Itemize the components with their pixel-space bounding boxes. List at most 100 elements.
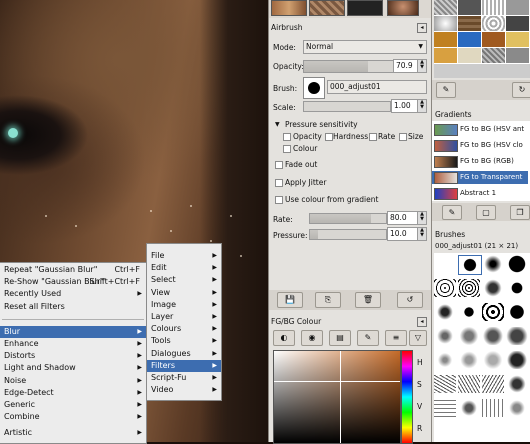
opacity-spin[interactable]: 70.9 ▲ ▼ — [393, 59, 427, 73]
menu-artistic[interactable]: Artistic ▶ — [0, 427, 146, 439]
tab-wheel-selector[interactable]: ◉ — [301, 330, 323, 346]
fade-out-checkbox[interactable] — [275, 161, 283, 169]
brush-swatch[interactable] — [506, 351, 528, 369]
reset-options-button[interactable]: ↺ — [397, 292, 423, 308]
pattern-swatch[interactable] — [458, 0, 481, 15]
channel-h-button[interactable]: H — [417, 358, 423, 367]
pattern-swatch[interactable] — [506, 16, 529, 31]
pressure-rate-checkbox[interactable] — [369, 133, 377, 141]
tab-triangle-selector[interactable]: ▽ — [409, 330, 427, 346]
hue-strip[interactable] — [401, 350, 413, 444]
brush-swatch-selected[interactable] — [458, 255, 482, 275]
expander-icon[interactable]: ▼ — [275, 121, 280, 128]
menu-edge-detect[interactable]: Edge-Detect ▶ — [0, 387, 146, 399]
brush-swatch[interactable] — [482, 351, 504, 369]
menu-recently-used[interactable]: Recently Used ▶ — [0, 288, 146, 300]
restore-options-button[interactable]: ⎘ — [315, 292, 341, 308]
rate-slider[interactable] — [309, 213, 387, 224]
brush-swatch[interactable] — [434, 303, 456, 321]
brush-swatch[interactable] — [434, 399, 456, 417]
pattern-swatch[interactable] — [506, 48, 529, 63]
menu-distorts[interactable]: Distorts ▶ — [0, 350, 146, 362]
menu-colours[interactable]: Colours ▶ — [147, 323, 221, 335]
menu-reshow-gaussian-blur[interactable]: Re-Show "Gaussian Blur" Shift+Ctrl+F — [0, 276, 146, 288]
pattern-thumbnail[interactable] — [309, 0, 345, 16]
brush-swatch[interactable] — [506, 375, 528, 393]
brush-swatch[interactable] — [482, 279, 504, 297]
brush-swatch[interactable] — [482, 303, 504, 321]
pattern-swatch[interactable] — [434, 16, 457, 31]
colour-saturation-value-area[interactable] — [273, 350, 401, 444]
image-thumbnail[interactable] — [271, 0, 307, 16]
pressure-hardness-checkbox[interactable] — [325, 133, 333, 141]
menu-view[interactable]: View ▶ — [147, 287, 221, 299]
brush-swatch[interactable] — [482, 399, 504, 417]
menu-script-fu[interactable]: Script-Fu ▶ — [147, 372, 221, 384]
brush-swatch[interactable] — [506, 255, 528, 273]
menu-noise[interactable]: Noise ▶ — [0, 375, 146, 387]
brush-swatch[interactable] — [506, 399, 528, 417]
menu-blur[interactable]: Blur ▶ — [0, 325, 146, 338]
menu-video[interactable]: Video ▶ — [147, 384, 221, 396]
brush-preview-button[interactable] — [303, 77, 325, 99]
pressure-spin[interactable]: 10.0 ▲ ▼ — [387, 227, 427, 241]
tab-menu-icon[interactable]: ◂ — [417, 317, 427, 327]
pattern-swatch[interactable] — [506, 32, 529, 47]
menu-dialogues[interactable]: Dialogues ▶ — [147, 348, 221, 360]
brush-swatch[interactable] — [458, 351, 480, 369]
new-gradient-button[interactable]: ▢ — [476, 205, 496, 220]
brush-swatch[interactable] — [458, 303, 480, 321]
brush-swatch[interactable] — [458, 279, 480, 297]
pattern-swatch[interactable] — [434, 64, 530, 78]
menu-combine[interactable]: Combine ▶ — [0, 411, 146, 423]
gradient-item-selected[interactable]: FG to Transparent — [432, 171, 528, 184]
refresh-patterns-button[interactable]: ↻ — [512, 82, 530, 98]
spin-arrows-icon[interactable]: ▲ ▼ — [417, 60, 426, 72]
pattern-swatch[interactable] — [482, 32, 505, 47]
menu-image[interactable]: Image ▶ — [147, 299, 221, 311]
brush-swatch[interactable] — [434, 327, 456, 345]
menu-light-and-shadow[interactable]: Light and Shadow ▶ — [0, 362, 146, 374]
channel-v-button[interactable]: V — [417, 402, 422, 411]
spin-arrows-icon[interactable]: ▲ ▼ — [417, 228, 426, 240]
gradient-item[interactable]: FG to BG (HSV clo — [432, 139, 528, 152]
gradient-item[interactable]: FG to BG (RGB) — [432, 155, 528, 168]
pressure-colour-checkbox[interactable] — [283, 145, 291, 153]
menu-select[interactable]: Select ▶ — [147, 274, 221, 286]
brush-swatch[interactable] — [434, 279, 456, 297]
gradient-item[interactable]: Abstract 1 — [432, 187, 528, 200]
gradient-item[interactable]: FG to BG (HSV ant — [432, 123, 528, 136]
pattern-swatch[interactable] — [458, 48, 481, 63]
save-options-button[interactable]: 💾 — [277, 292, 303, 308]
menu-file[interactable]: File ▶ — [147, 250, 221, 262]
menu-edit[interactable]: Edit ▶ — [147, 262, 221, 274]
menu-repeat-gaussian-blur[interactable]: Repeat "Gaussian Blur" Ctrl+F — [0, 264, 146, 276]
pattern-swatch[interactable] — [482, 48, 505, 63]
brush-swatch[interactable] — [482, 375, 504, 393]
delete-options-button[interactable]: 🗑 — [355, 292, 381, 308]
tab-scales-selector[interactable]: ≡ — [385, 330, 407, 346]
brush-swatch[interactable] — [434, 375, 456, 393]
tab-gimp-selector[interactable]: ◐ — [273, 330, 295, 346]
mode-select[interactable]: Normal ▼ — [303, 40, 427, 54]
apply-jitter-checkbox[interactable] — [275, 179, 283, 187]
brush-thumbnail[interactable] — [347, 0, 383, 16]
tab-watercolour-selector[interactable]: ✎ — [357, 330, 379, 346]
brush-swatch[interactable] — [458, 327, 480, 345]
edit-pattern-button[interactable]: ✎ — [436, 82, 456, 98]
tab-cmyk-selector[interactable]: ▤ — [329, 330, 351, 346]
menu-generic[interactable]: Generic ▶ — [0, 399, 146, 411]
pattern-swatch[interactable] — [506, 0, 529, 15]
brush-swatch[interactable] — [458, 399, 480, 417]
scale-slider[interactable] — [303, 101, 391, 112]
pattern-swatch[interactable] — [434, 0, 457, 15]
brush-swatch[interactable] — [506, 303, 528, 321]
pressure-slider[interactable] — [309, 229, 387, 240]
menu-reset-all-filters[interactable]: Reset all Filters — [0, 301, 146, 313]
menu-filters[interactable]: Filters ▶ — [147, 359, 221, 372]
pattern-swatch[interactable] — [458, 32, 481, 47]
brush-swatch[interactable] — [506, 279, 528, 297]
channel-s-button[interactable]: S — [417, 380, 422, 389]
image-thumbnail[interactable] — [387, 0, 419, 16]
tab-menu-icon[interactable]: ◂ — [417, 23, 427, 33]
